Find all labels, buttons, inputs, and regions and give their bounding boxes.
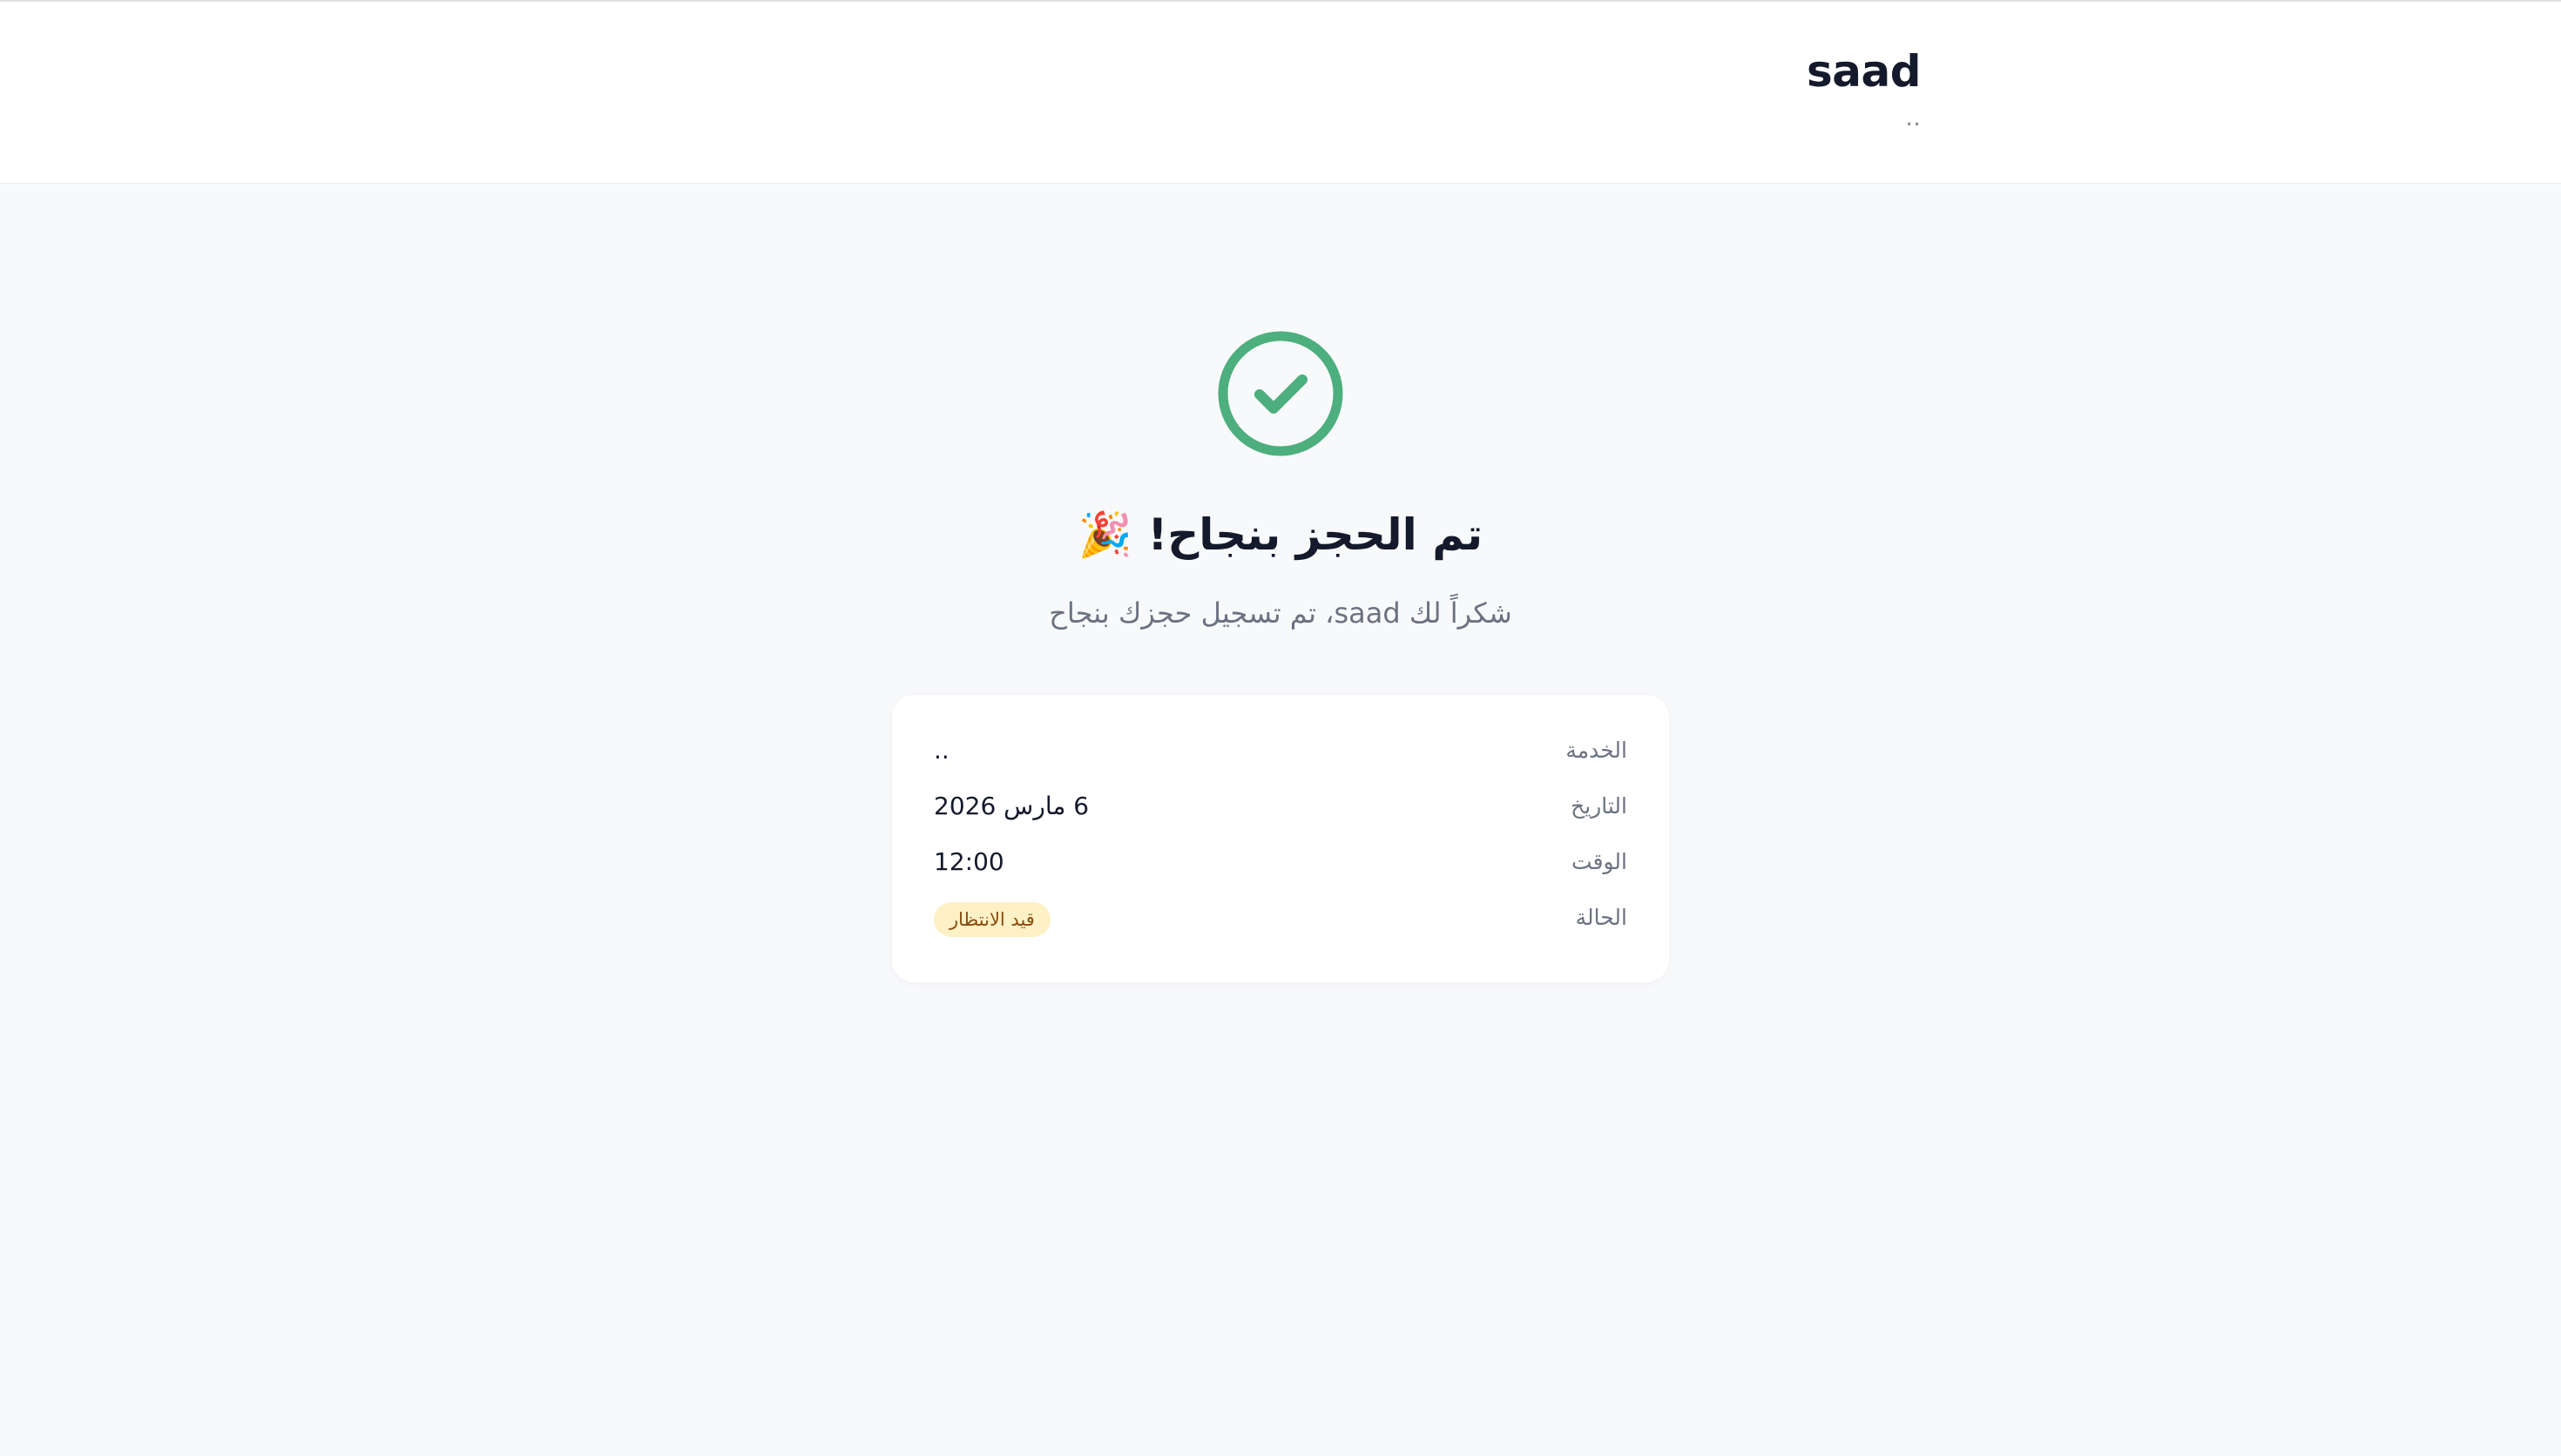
confirmation-title: تم الحجز بنجاح! 🎉 [1078, 509, 1483, 560]
check-circle-icon [1218, 331, 1343, 456]
date-label: التاريخ [1571, 793, 1627, 819]
confirmation-message: شكراً لك saad، تم تسجيل حجزك بنجاح [1049, 597, 1512, 630]
date-value: 6 مارس 2026 [934, 792, 1090, 820]
time-value: 12:00 [934, 847, 1004, 876]
status-label: الحالة [1575, 905, 1627, 930]
status-badge: قيد الانتظار [934, 902, 1051, 937]
service-value: .. [934, 736, 949, 765]
detail-row-status: الحالة قيد الانتظار [934, 895, 1627, 940]
business-brand: saad .. [1806, 44, 1922, 131]
time-label: الوقت [1571, 849, 1627, 874]
detail-row-date: التاريخ 6 مارس 2026 [934, 784, 1627, 829]
business-subtitle: .. [1905, 103, 1921, 131]
booking-details-card: الخدمة .. التاريخ 6 مارس 2026 الوقت 12:0… [892, 695, 1669, 982]
detail-row-service: الخدمة .. [934, 728, 1627, 773]
business-name: saad [1806, 46, 1922, 97]
detail-row-time: الوقت 12:00 [934, 839, 1627, 885]
page-header: saad .. [0, 2, 2561, 184]
service-label: الخدمة [1565, 738, 1627, 763]
